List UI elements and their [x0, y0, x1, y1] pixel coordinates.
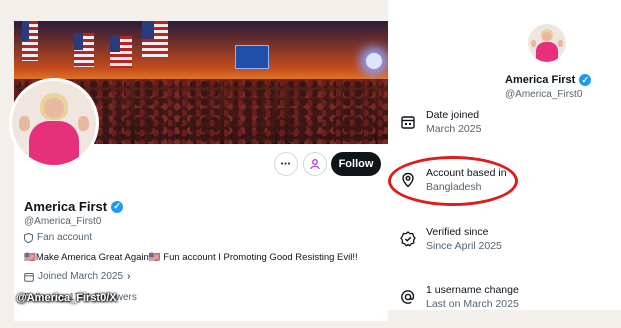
profile-handle: @America_First0: [24, 216, 102, 227]
username-change-row: 1 username change Last on March 2025: [400, 283, 519, 311]
row-title: Verified since: [426, 226, 489, 238]
profile-bio: 🇺🇸Make America Great Again🇺🇸 Fun account…: [24, 252, 358, 263]
flag-graphic: [22, 21, 38, 61]
about-account-panel: [388, 0, 621, 310]
highlight-circle-annotation: [388, 156, 518, 206]
display-name: America First ✓: [24, 199, 124, 214]
verified-since-row: Verified since Since April 2025: [400, 225, 502, 253]
flag-graphic: [74, 33, 94, 67]
row-title: 1 username change: [426, 284, 519, 296]
verified-check-icon: [400, 231, 416, 247]
chevron-right-icon: ›: [127, 271, 131, 282]
verified-badge-icon: ✓: [579, 74, 592, 86]
row-value: Last on March 2025: [426, 298, 519, 310]
shield-icon: [24, 232, 33, 243]
follow-button[interactable]: Follow: [331, 152, 381, 176]
profile-avatar[interactable]: [9, 78, 99, 168]
row-title: Date joined: [426, 109, 480, 121]
joined-date-text: Joined March 2025: [38, 271, 124, 282]
about-handle: @America_First0: [505, 89, 583, 100]
stage-screen-graphic: [235, 45, 269, 69]
grok-person-icon: [310, 159, 320, 170]
joined-date[interactable]: Joined March 2025 ›: [24, 271, 130, 282]
about-display-name-text: America First: [505, 74, 576, 86]
at-sign-icon: [401, 290, 415, 304]
date-joined-row: Date joined March 2025: [400, 108, 481, 136]
row-value: Since April 2025: [426, 240, 502, 252]
watermark: @America_First0/X: [16, 292, 117, 304]
more-options-button[interactable]: •••: [274, 152, 298, 176]
flag-graphic: [142, 21, 168, 57]
calendar-icon: [401, 116, 415, 129]
fan-account-text: Fan account: [37, 232, 93, 243]
grok-button[interactable]: [303, 152, 327, 176]
about-avatar: [526, 22, 568, 64]
stage-light-graphic: [366, 53, 382, 69]
more-icon: •••: [280, 160, 292, 168]
about-display-name: America First ✓: [505, 74, 592, 86]
row-value: March 2025: [426, 123, 482, 135]
verified-badge-icon: ✓: [111, 200, 124, 213]
flag-graphic: [110, 36, 132, 68]
calendar-icon: [24, 272, 34, 282]
display-name-text: America First: [24, 199, 108, 214]
fan-account-label: Fan account: [24, 232, 92, 243]
